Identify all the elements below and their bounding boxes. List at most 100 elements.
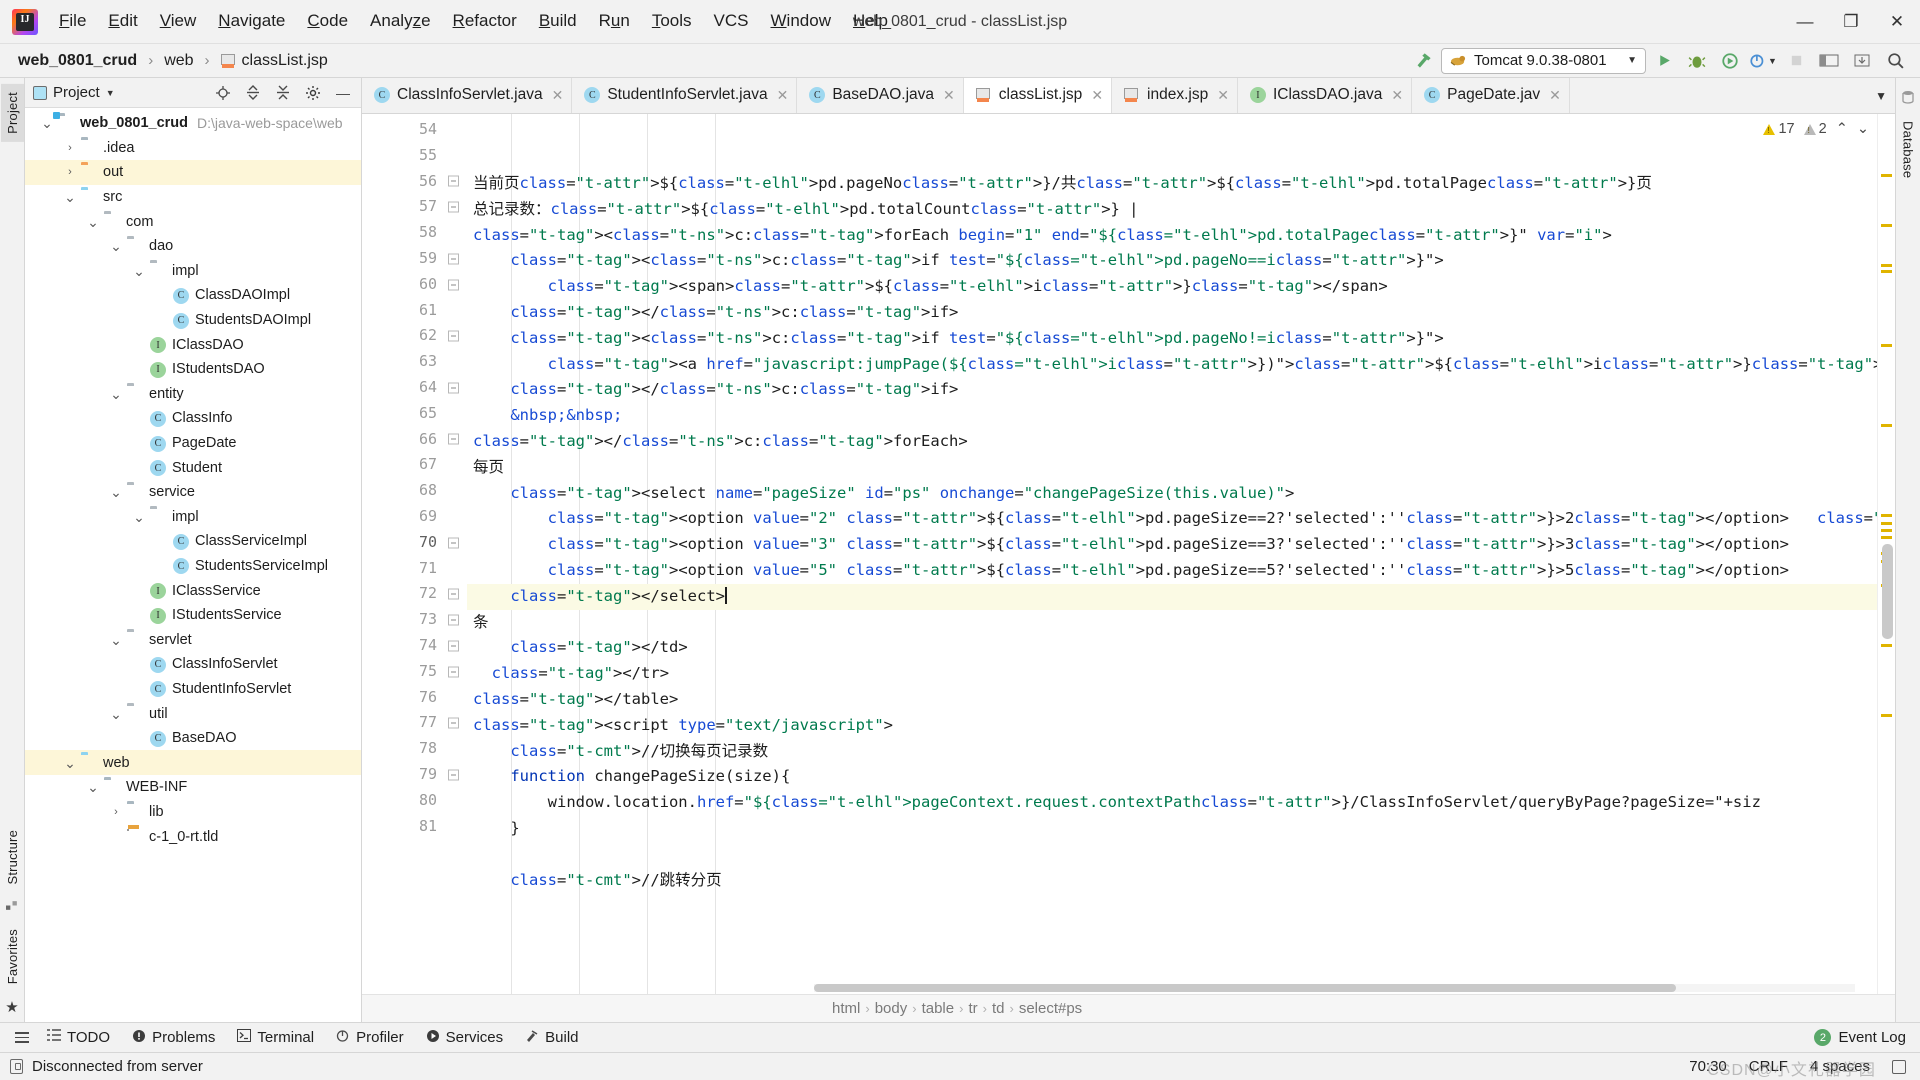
line-number[interactable]: 72 (367, 581, 467, 607)
tree-item-web-0801-crud[interactable]: ⌄ web_0801_crud D:\java-web-space\web (25, 111, 361, 136)
fold-marker-icon[interactable] (448, 330, 459, 342)
editor-tab-studentinfoservlet-java[interactable]: C StudentInfoServlet.java ✕ (572, 78, 798, 113)
menu-window[interactable]: Window (760, 7, 842, 36)
code-line[interactable]: class="t-tag"><class="t-ns">c:class="t-t… (467, 326, 1877, 352)
code-line[interactable]: 条 (467, 610, 1877, 636)
line-number[interactable]: 67 (367, 452, 467, 478)
bottom-tab-terminal[interactable]: Terminal (228, 1026, 323, 1049)
code-line[interactable]: class="t-tag"></tr> (467, 661, 1877, 687)
chevron-down-icon[interactable]: ▼ (1627, 55, 1637, 66)
bottom-tab-build[interactable]: Build (516, 1026, 587, 1050)
bottom-tab-todo[interactable]: TODO (38, 1026, 119, 1049)
code-line[interactable]: class="t-tag"><span>class="t-attr">${cla… (467, 274, 1877, 300)
settings-gear-icon[interactable] (301, 81, 325, 105)
breadcrumb-project[interactable]: web_0801_crud (14, 50, 141, 72)
problem-marker[interactable] (1881, 174, 1892, 177)
line-number[interactable]: 60 (367, 272, 467, 298)
tree-item-classdaoimpl[interactable]: C ClassDAOImpl (25, 283, 361, 308)
problem-marker[interactable] (1881, 344, 1892, 347)
menu-file[interactable]: File (48, 7, 97, 36)
weak-warning-count[interactable]: 2 (1803, 121, 1827, 137)
layout-settings-icon[interactable] (1814, 48, 1844, 74)
code-line[interactable]: 总记录数：class="t-attr">${class="t-elhl">pd.… (467, 197, 1877, 223)
problem-marker[interactable] (1881, 529, 1892, 532)
tree-item-classinfoservlet[interactable]: C ClassInfoServlet (25, 652, 361, 677)
problem-marker[interactable] (1881, 424, 1892, 427)
line-number[interactable]: 76 (367, 685, 467, 711)
editor-tab-bar[interactable]: C ClassInfoServlet.java ✕ C StudentInfoServl… (362, 78, 1895, 114)
problem-marker[interactable] (1881, 270, 1892, 273)
stop-icon[interactable] (1781, 48, 1811, 74)
code-line[interactable]: class="t-tag"><option value="5" class="t… (467, 558, 1877, 584)
fold-marker-icon[interactable] (448, 253, 459, 265)
line-number[interactable]: 64 (367, 375, 467, 401)
fold-marker-icon[interactable] (448, 640, 459, 652)
tree-item-servlet[interactable]: ⌄ servlet (25, 627, 361, 652)
code-line[interactable]: window.location.href="${class="t-elhl">p… (467, 790, 1877, 816)
line-number[interactable]: 55 (367, 143, 467, 169)
fold-marker-icon[interactable] (448, 614, 459, 626)
editor-tab-pagedate-jav[interactable]: C PageDate.jav ✕ (1412, 78, 1570, 113)
event-log-button[interactable]: Event Log (1838, 1029, 1906, 1046)
line-number[interactable]: 70 (367, 530, 467, 556)
editor-horizontal-scrollbar[interactable] (814, 984, 1855, 992)
tree-item-c-1-0-rt-tld[interactable]: c-1_0-rt.tld (25, 824, 361, 849)
fold-marker-icon[interactable] (448, 175, 459, 187)
event-log-toggle-icon[interactable] (1892, 1059, 1906, 1074)
problem-marker[interactable] (1881, 224, 1892, 227)
breadcrumb-file[interactable]: classList.jsp (217, 50, 332, 72)
tree-item-impl[interactable]: ⌄ impl (25, 505, 361, 530)
close-button[interactable]: ✕ (1874, 0, 1920, 44)
line-number[interactable]: 79 (367, 762, 467, 788)
close-icon[interactable]: ✕ (1217, 87, 1229, 104)
menu-build[interactable]: Build (528, 7, 588, 36)
tool-window-tab-structure[interactable]: Structure (1, 822, 24, 893)
editor-tab-index-jsp[interactable]: index.jsp ✕ (1112, 78, 1238, 113)
tree-item-iclassservice[interactable]: I IClassService (25, 578, 361, 603)
warning-count[interactable]: 17 (1763, 121, 1795, 137)
code-line[interactable]: class="t-tag"></class="t-ns">c:class="t-… (467, 377, 1877, 403)
chevron-down-icon[interactable]: ▼ (106, 88, 115, 98)
minimize-button[interactable]: — (1782, 0, 1828, 44)
tree-item-impl[interactable]: ⌄ impl (25, 259, 361, 284)
line-number[interactable]: 59 (367, 246, 467, 272)
menu-run[interactable]: Run (588, 7, 641, 36)
code-line[interactable]: class="t-tag"><option value="2" class="t… (467, 506, 1877, 532)
tree-item-out[interactable]: › out (25, 160, 361, 185)
search-icon[interactable] (1880, 48, 1910, 74)
collapse-all-icon[interactable] (271, 81, 295, 105)
tree-item-basedao[interactable]: C BaseDAO (25, 726, 361, 751)
debug-icon[interactable] (1682, 48, 1712, 74)
code-line[interactable]: class="t-tag"><class="t-ns">c:class="t-t… (467, 223, 1877, 249)
tree-item-src[interactable]: ⌄ src (25, 185, 361, 210)
bottom-tab-services[interactable]: Services (417, 1026, 513, 1050)
run-icon[interactable] (1649, 48, 1679, 74)
tree-item-istudentsdao[interactable]: I IStudentsDAO (25, 357, 361, 382)
line-number[interactable]: 58 (367, 220, 467, 246)
tree-item-studentsdaoimpl[interactable]: C StudentsDAOImpl (25, 308, 361, 333)
line-number[interactable]: 61 (367, 298, 467, 324)
line-number[interactable]: 71 (367, 556, 467, 582)
tree-expand-arrow-icon[interactable]: › (62, 166, 78, 178)
line-number[interactable]: 69 (367, 504, 467, 530)
profile-icon[interactable]: ▼ (1748, 48, 1778, 74)
code-line[interactable]: &nbsp;&nbsp; (467, 403, 1877, 429)
problem-marker[interactable] (1881, 536, 1892, 539)
code-content[interactable]: 当前页class="t-attr">${class="t-elhl">pd.pa… (467, 114, 1877, 994)
build-hammer-icon[interactable] (1408, 48, 1438, 74)
editor-breadcrumb-table[interactable]: table (922, 1000, 955, 1017)
tree-item-studentinfoservlet[interactable]: C StudentInfoServlet (25, 677, 361, 702)
tree-item-entity[interactable]: ⌄ entity (25, 382, 361, 407)
code-line[interactable]: class="t-tag"><a href="javascript:jumpPa… (467, 352, 1877, 378)
close-icon[interactable]: ✕ (1391, 87, 1403, 104)
tool-window-tab-favorites[interactable]: Favorites (1, 921, 24, 992)
menu-analyze[interactable]: Analyze (359, 7, 442, 36)
bottom-tab-problems[interactable]: Problems (123, 1026, 224, 1050)
maximize-button[interactable]: ❐ (1828, 0, 1874, 44)
project-tree[interactable]: ⌄ web_0801_crud D:\java-web-space\web › .ide… (25, 108, 361, 1022)
tree-item-com[interactable]: ⌄ com (25, 209, 361, 234)
line-number[interactable]: 63 (367, 349, 467, 375)
code-editor[interactable]: 54 55 56 57 58 59 60 61 62 63 64 65 66 67 68 69 70 71 72 73… (362, 114, 1895, 994)
code-line[interactable]: class="t-tag"><script type="text/javascr… (467, 713, 1877, 739)
fold-marker-icon[interactable] (448, 201, 459, 213)
